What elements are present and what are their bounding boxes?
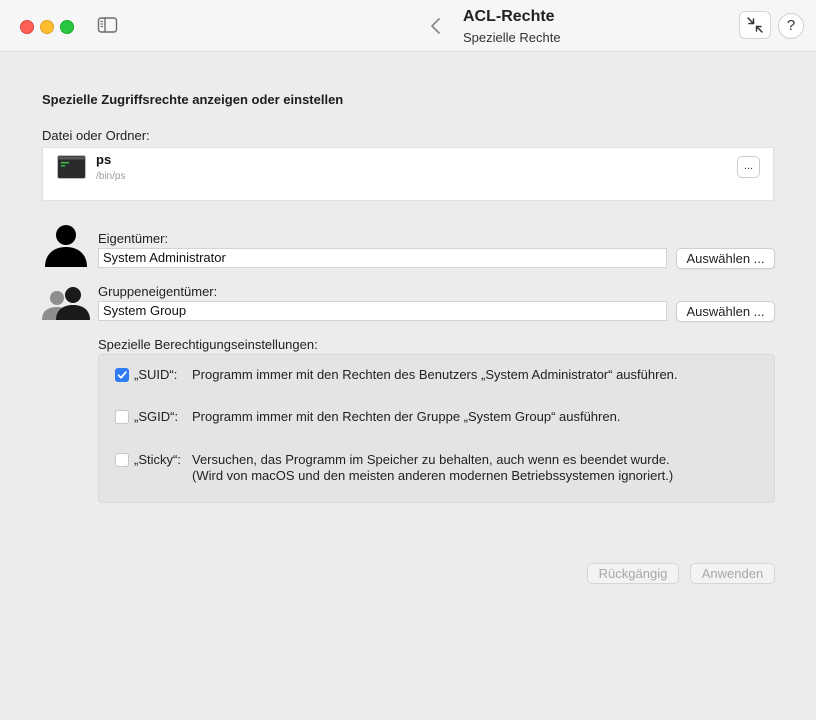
- owner-label: Eigentümer:: [98, 231, 169, 246]
- group-select-button[interactable]: Auswählen ...: [676, 301, 775, 322]
- group-icon: [42, 287, 90, 320]
- file-path: /bin/ps: [96, 171, 126, 182]
- sticky-description: Versuchen, das Programm im Speicher zu b…: [192, 452, 670, 467]
- person-icon: [45, 225, 87, 267]
- sticky-checkbox[interactable]: [115, 453, 129, 467]
- minimize-window-button[interactable]: [40, 20, 54, 34]
- owner-select-button[interactable]: Auswählen ...: [676, 248, 775, 269]
- more-options-button[interactable]: ...: [737, 156, 760, 178]
- sticky-description-note: (Wird von macOS und den meisten anderen …: [192, 468, 674, 483]
- page-heading: Spezielle Zugriffsrechte anzeigen oder e…: [42, 92, 344, 107]
- undo-button[interactable]: Rückgängig: [587, 563, 679, 584]
- sticky-label: „Sticky“:: [134, 452, 181, 467]
- sgid-checkbox[interactable]: [115, 410, 129, 424]
- close-window-button[interactable]: [20, 20, 34, 34]
- special-permissions-box: „SUID“: Programm immer mit den Rechten d…: [98, 354, 775, 503]
- acl-window: ACL-Rechte Spezielle Rechte ? Spezielle …: [0, 0, 816, 720]
- group-label: Gruppeneigentümer:: [98, 284, 218, 299]
- terminal-icon: [57, 155, 86, 179]
- sgid-description: Programm immer mit den Rechten der Grupp…: [192, 409, 621, 424]
- maximize-window-button[interactable]: [60, 20, 74, 34]
- suid-label: „SUID“:: [134, 367, 178, 382]
- collapse-arrows-icon: [747, 17, 763, 33]
- window-title: ACL-Rechte: [463, 8, 555, 25]
- owner-field[interactable]: System Administrator: [98, 248, 667, 268]
- window-subtitle: Spezielle Rechte: [463, 30, 561, 45]
- sgid-label: „SGID“:: [134, 409, 179, 424]
- titlebar: ACL-Rechte Spezielle Rechte ?: [0, 0, 816, 52]
- suid-description: Programm immer mit den Rechten des Benut…: [192, 367, 678, 382]
- checkmark-icon: [117, 371, 127, 379]
- file-label: Datei oder Ordner:: [42, 128, 150, 143]
- help-icon[interactable]: ?: [778, 13, 804, 39]
- file-box: ps /bin/ps ...: [42, 147, 774, 201]
- chevron-left-icon[interactable]: [426, 14, 446, 38]
- group-field[interactable]: System Group: [98, 301, 667, 321]
- apply-button[interactable]: Anwenden: [690, 563, 775, 584]
- file-name: ps: [96, 152, 112, 167]
- sidebar-toggle-icon[interactable]: [97, 16, 119, 34]
- special-settings-label: Spezielle Berechtigungseinstellungen:: [98, 337, 318, 352]
- collapse-button[interactable]: [739, 11, 771, 39]
- suid-checkbox[interactable]: [115, 368, 129, 382]
